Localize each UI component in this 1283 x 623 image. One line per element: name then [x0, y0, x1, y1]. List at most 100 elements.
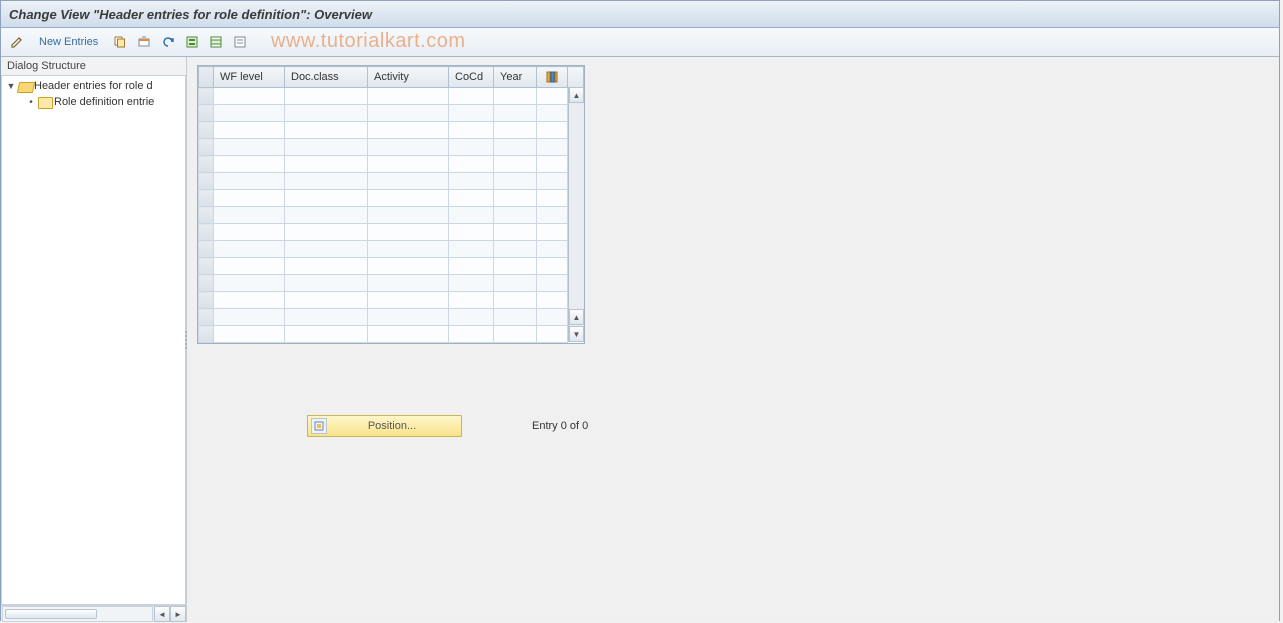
cell-activity[interactable] — [368, 105, 449, 122]
scroll-thumb[interactable] — [5, 609, 97, 619]
row-selector[interactable] — [199, 258, 214, 275]
cell-cocd[interactable] — [449, 207, 494, 224]
cell-year[interactable] — [494, 258, 537, 275]
cell-wf_level[interactable] — [214, 275, 285, 292]
row-selector[interactable] — [199, 139, 214, 156]
column-header-cocd[interactable]: CoCd — [449, 67, 494, 88]
cell-activity[interactable] — [368, 207, 449, 224]
row-selector[interactable] — [199, 224, 214, 241]
table-row[interactable] — [199, 122, 584, 139]
row-selector[interactable] — [199, 88, 214, 105]
scroll-track[interactable] — [2, 606, 153, 622]
cell-wf_level[interactable] — [214, 207, 285, 224]
cell-doc_class[interactable] — [285, 105, 368, 122]
table-row[interactable] — [199, 88, 584, 105]
row-selector[interactable] — [199, 241, 214, 258]
cell-doc_class[interactable] — [285, 173, 368, 190]
cell-year[interactable] — [494, 122, 537, 139]
cell-doc_class[interactable] — [285, 156, 368, 173]
cell-cocd[interactable] — [449, 139, 494, 156]
table-row[interactable] — [199, 139, 584, 156]
grid-vertical-scrollbar[interactable]: ▲ ▲ ▼ — [568, 87, 584, 342]
cell-wf_level[interactable] — [214, 326, 285, 343]
cell-cocd[interactable] — [449, 190, 494, 207]
cell-year[interactable] — [494, 88, 537, 105]
scroll-up-button[interactable]: ▲ — [569, 87, 584, 103]
cell-wf_level[interactable] — [214, 224, 285, 241]
cell-wf_level[interactable] — [214, 258, 285, 275]
undo-button[interactable] — [158, 32, 178, 52]
cell-activity[interactable] — [368, 326, 449, 343]
cell-doc_class[interactable] — [285, 258, 368, 275]
cell-activity[interactable] — [368, 173, 449, 190]
toggle-edit-button[interactable] — [7, 32, 27, 52]
sidebar-horizontal-scrollbar[interactable]: ◄ ► — [1, 605, 186, 622]
cell-cocd[interactable] — [449, 275, 494, 292]
cell-doc_class[interactable] — [285, 88, 368, 105]
tree-item-header-entries[interactable]: ▼ Header entries for role d — [2, 78, 185, 94]
select-all-button[interactable] — [182, 32, 202, 52]
cell-activity[interactable] — [368, 190, 449, 207]
cell-wf_level[interactable] — [214, 105, 285, 122]
table-row[interactable] — [199, 190, 584, 207]
cell-year[interactable] — [494, 173, 537, 190]
cell-wf_level[interactable] — [214, 156, 285, 173]
column-header-wf_level[interactable]: WF level — [214, 67, 285, 88]
table-row[interactable] — [199, 292, 584, 309]
select-block-button[interactable] — [206, 32, 226, 52]
cell-doc_class[interactable] — [285, 122, 368, 139]
cell-year[interactable] — [494, 156, 537, 173]
cell-activity[interactable] — [368, 88, 449, 105]
row-selector[interactable] — [199, 292, 214, 309]
data-grid[interactable]: WF levelDoc.classActivityCoCdYear — [198, 66, 584, 343]
cell-activity[interactable] — [368, 156, 449, 173]
cell-activity[interactable] — [368, 258, 449, 275]
cell-wf_level[interactable] — [214, 88, 285, 105]
cell-activity[interactable] — [368, 275, 449, 292]
column-header-activity[interactable]: Activity — [368, 67, 449, 88]
cell-activity[interactable] — [368, 122, 449, 139]
row-selector[interactable] — [199, 105, 214, 122]
cell-wf_level[interactable] — [214, 309, 285, 326]
cell-wf_level[interactable] — [214, 122, 285, 139]
cell-activity[interactable] — [368, 292, 449, 309]
cell-year[interactable] — [494, 241, 537, 258]
chevron-down-icon[interactable]: ▼ — [6, 81, 16, 91]
cell-cocd[interactable] — [449, 224, 494, 241]
scroll-down-button[interactable]: ▼ — [569, 326, 584, 342]
cell-year[interactable] — [494, 309, 537, 326]
cell-wf_level[interactable] — [214, 139, 285, 156]
cell-doc_class[interactable] — [285, 241, 368, 258]
table-row[interactable] — [199, 309, 584, 326]
cell-cocd[interactable] — [449, 156, 494, 173]
row-selector[interactable] — [199, 156, 214, 173]
column-header-year[interactable]: Year — [494, 67, 537, 88]
cell-year[interactable] — [494, 139, 537, 156]
cell-cocd[interactable] — [449, 309, 494, 326]
table-row[interactable] — [199, 105, 584, 122]
scroll-left-button[interactable]: ◄ — [154, 606, 170, 622]
cell-year[interactable] — [494, 275, 537, 292]
cell-cocd[interactable] — [449, 258, 494, 275]
row-selector[interactable] — [199, 173, 214, 190]
cell-cocd[interactable] — [449, 105, 494, 122]
cell-doc_class[interactable] — [285, 139, 368, 156]
position-button[interactable]: Position... — [307, 415, 462, 437]
table-row[interactable] — [199, 207, 584, 224]
cell-cocd[interactable] — [449, 292, 494, 309]
cell-cocd[interactable] — [449, 122, 494, 139]
cell-cocd[interactable] — [449, 173, 494, 190]
table-row[interactable] — [199, 258, 584, 275]
configure-columns-button[interactable] — [537, 67, 568, 88]
row-selector[interactable] — [199, 207, 214, 224]
cell-cocd[interactable] — [449, 241, 494, 258]
cell-doc_class[interactable] — [285, 275, 368, 292]
cell-year[interactable] — [494, 326, 537, 343]
row-selector[interactable] — [199, 190, 214, 207]
cell-wf_level[interactable] — [214, 173, 285, 190]
cell-doc_class[interactable] — [285, 190, 368, 207]
row-selector-header[interactable] — [199, 67, 214, 88]
row-selector[interactable] — [199, 122, 214, 139]
cell-activity[interactable] — [368, 139, 449, 156]
table-row[interactable] — [199, 156, 584, 173]
